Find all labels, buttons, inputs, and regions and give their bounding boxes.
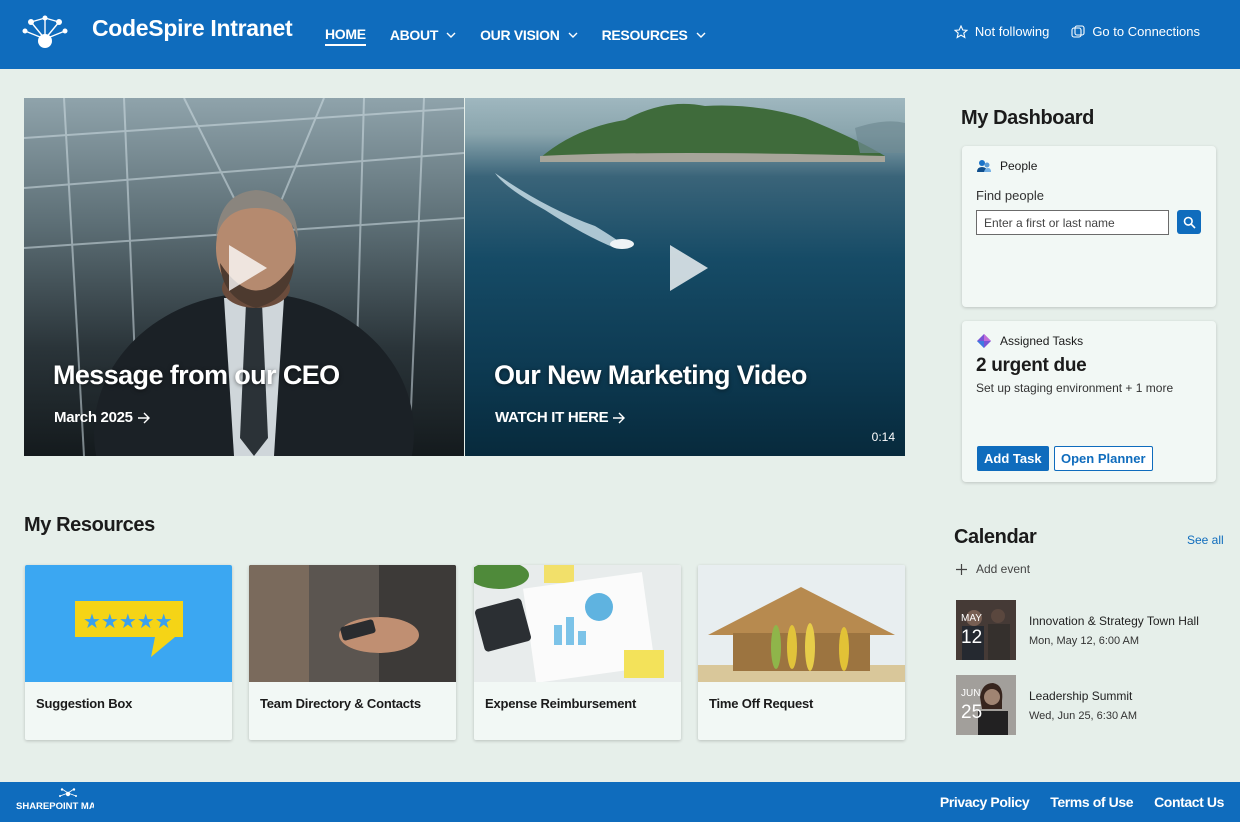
play-icon[interactable] xyxy=(217,241,271,295)
chevron-down-icon xyxy=(446,32,456,38)
event-thumbnail: JUN 25 xyxy=(956,675,1016,735)
nav-our-vision[interactable]: OUR VISION xyxy=(480,24,578,46)
task-summary: Set up staging environment + 1 more xyxy=(976,381,1174,395)
video-duration: 0:14 xyxy=(871,430,895,444)
open-planner-button[interactable]: Open Planner xyxy=(1054,446,1153,471)
resource-card-time-off-request[interactable]: Time Off Request xyxy=(698,565,905,740)
event-day: 12 xyxy=(961,627,983,648)
connections-label: Go to Connections xyxy=(1092,24,1200,39)
resource-label: Expense Reimbursement xyxy=(485,696,637,711)
hero-title: Our New Marketing Video xyxy=(494,360,807,390)
add-event-label: Add event xyxy=(976,562,1031,576)
event-month: MAY xyxy=(961,613,982,624)
planner-icon xyxy=(977,334,991,348)
hero-link[interactable]: WATCH IT HERE xyxy=(495,409,626,426)
people-card: People Find people xyxy=(962,146,1216,307)
people-icon xyxy=(977,160,991,172)
nav-resources-label: RESOURCES xyxy=(601,27,688,43)
chevron-down-icon xyxy=(696,32,706,38)
hero-link[interactable]: March 2025 xyxy=(54,409,151,426)
resources-title: My Resources xyxy=(24,514,155,536)
calendar-event[interactable]: JUN 25 Leadership Summit Wed, Jun 25, 6:… xyxy=(956,675,1226,735)
calendar-title: Calendar xyxy=(954,526,1037,548)
people-card-title: People xyxy=(1000,159,1038,173)
nav-about[interactable]: ABOUT xyxy=(390,24,456,46)
resource-card-suggestion-box[interactable]: ★★★★★ Suggestion Box xyxy=(25,565,232,740)
resource-label: Time Off Request xyxy=(709,696,814,711)
privacy-policy-link[interactable]: Privacy Policy xyxy=(940,794,1030,810)
sharepoint-maven-logo-icon[interactable]: SHAREPOINT MAVEN xyxy=(16,788,94,818)
play-icon[interactable] xyxy=(658,241,712,295)
nav-home-label: HOME xyxy=(325,26,366,42)
star-icon xyxy=(953,24,968,39)
contact-us-link[interactable]: Contact Us xyxy=(1154,794,1224,810)
hero-link-label: March 2025 xyxy=(54,409,133,426)
arrow-right-icon xyxy=(137,412,150,423)
chevron-down-icon xyxy=(568,32,578,38)
add-task-button[interactable]: Add Task xyxy=(977,446,1049,471)
see-all-link[interactable]: See all xyxy=(1187,533,1224,547)
event-title: Leadership Summit xyxy=(1029,689,1133,703)
connections-icon xyxy=(1071,24,1085,38)
site-title[interactable]: CodeSpire Intranet xyxy=(92,15,293,42)
nav-home[interactable]: HOME xyxy=(325,24,366,46)
tasks-card-header: Assigned Tasks xyxy=(976,333,1083,349)
footer-links: Privacy Policy Terms of Use Contact Us xyxy=(940,794,1225,810)
svg-text:★★★★★: ★★★★★ xyxy=(83,609,173,633)
resource-label: Suggestion Box xyxy=(36,696,133,711)
nav-about-label: ABOUT xyxy=(389,27,439,43)
site-logo-icon[interactable] xyxy=(22,14,68,52)
arrow-right-icon xyxy=(613,412,626,423)
header-actions: Not following Go to Connections xyxy=(953,24,1200,39)
event-time: Wed, Jun 25, 6:30 AM xyxy=(1029,710,1138,722)
resource-card-team-directory[interactable]: Team Directory & Contacts xyxy=(249,565,456,740)
event-title: Innovation & Strategy Town Hall xyxy=(1029,614,1199,628)
calendar-event[interactable]: MAY 12 Innovation & Strategy Town Hall M… xyxy=(956,600,1226,660)
follow-button[interactable]: Not following xyxy=(953,24,1050,39)
hero-title: Message from our CEO xyxy=(53,360,340,390)
event-day: 25 xyxy=(961,702,983,723)
people-card-header: People xyxy=(976,158,1037,174)
hero-link-label: WATCH IT HERE xyxy=(495,409,609,426)
find-people-label: Find people xyxy=(976,188,1044,203)
plus-icon xyxy=(956,563,967,575)
expense-reimbursement-image xyxy=(474,565,681,682)
urgent-count: 2 urgent due xyxy=(976,355,1087,376)
logo-text: SHAREPOINT MAVEN xyxy=(16,801,94,812)
nav-resources[interactable]: RESOURCES xyxy=(602,24,706,46)
nav-our-vision-label: OUR VISION xyxy=(480,27,560,43)
event-month: JUN xyxy=(961,688,981,699)
top-bar: CodeSpire Intranet HOME ABOUT OUR VISION… xyxy=(0,0,1240,69)
add-event-button[interactable]: Add event xyxy=(955,562,1030,576)
follow-label: Not following xyxy=(974,24,1050,39)
resource-label: Team Directory & Contacts xyxy=(260,696,421,711)
people-search-input[interactable] xyxy=(976,210,1169,235)
team-directory-image xyxy=(249,565,456,682)
event-time: Mon, May 12, 6:00 AM xyxy=(1029,635,1140,647)
resource-card-expense-reimbursement[interactable]: Expense Reimbursement xyxy=(474,565,681,740)
footer: SHAREPOINT MAVEN Privacy Policy Terms of… xyxy=(0,782,1240,822)
dashboard-title: My Dashboard xyxy=(961,107,1095,129)
hero-marketing-video[interactable]: Our New Marketing Video WATCH IT HERE 0:… xyxy=(465,98,905,456)
connections-button[interactable]: Go to Connections xyxy=(1071,24,1200,39)
main-nav: HOME ABOUT OUR VISION RESOURCES xyxy=(325,24,730,46)
hero-ceo-message[interactable]: Message from our CEO March 2025 xyxy=(24,98,464,456)
terms-of-use-link[interactable]: Terms of Use xyxy=(1050,794,1133,810)
suggestion-box-image: ★★★★★ xyxy=(25,565,232,682)
people-search-button[interactable] xyxy=(1177,210,1201,234)
tasks-card-title: Assigned Tasks xyxy=(1000,334,1084,348)
assigned-tasks-card: Assigned Tasks 2 urgent due Set up stagi… xyxy=(962,321,1216,482)
time-off-request-image xyxy=(698,565,905,682)
event-thumbnail: MAY 12 xyxy=(956,600,1016,660)
search-icon xyxy=(1183,216,1196,229)
